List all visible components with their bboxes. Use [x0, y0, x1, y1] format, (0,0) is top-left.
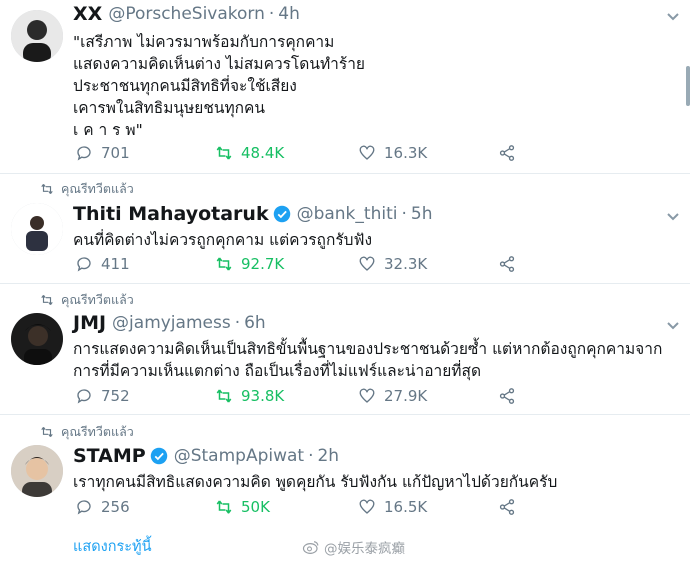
- tweet-text: คนที่คิดต่างไม่ควรถูกคุกคาม แต่ควรถูกรับ…: [73, 231, 373, 249]
- retweeted-indicator: คุณรีทวีตแล้ว: [40, 179, 134, 199]
- heart-icon: [359, 145, 375, 160]
- retweet-count: 48.4K: [241, 144, 285, 162]
- reply-icon: [77, 146, 91, 161]
- separator-dot: ·: [401, 204, 407, 224]
- tweet-time[interactable]: 4h: [278, 4, 300, 24]
- avatar[interactable]: [11, 445, 63, 497]
- retweet-button[interactable]: 92.7K: [215, 255, 284, 273]
- share-icon: [499, 499, 515, 515]
- show-thread-link[interactable]: แสดงกระทู้นี้: [73, 535, 152, 558]
- like-count: 16.3K: [384, 144, 428, 162]
- retweeted-indicator: คุณรีทวีตแล้ว: [40, 290, 134, 310]
- like-count: 32.3K: [384, 255, 428, 273]
- reply-icon: [77, 500, 91, 515]
- heart-icon: [359, 388, 375, 403]
- retweet-button[interactable]: 50K: [215, 498, 270, 516]
- tweet-card[interactable]: คุณรีทวีตแล้ว JMJ @jamyjamess · 6h การแส…: [0, 284, 690, 412]
- author-handle[interactable]: @StampApiwat: [174, 446, 304, 466]
- tweet-text: การแสดงความคิดเห็นเป็นสิทธิขั้นพื้นฐานขอ…: [73, 340, 663, 380]
- author-handle[interactable]: @PorscheSivakorn: [108, 4, 265, 24]
- tweet-card[interactable]: คุณรีทวีตแล้ว STAMP @StampApiwat · 2h เร…: [0, 415, 690, 525]
- tweet-actions: 256 50K 16.5K: [73, 498, 533, 518]
- tweet-header: Thiti Mahayotaruk @bank_thiti · 5h: [73, 203, 432, 225]
- like-button[interactable]: 16.5K: [358, 498, 427, 516]
- tweet-time[interactable]: 2h: [317, 446, 339, 466]
- retweet-icon: [41, 183, 53, 195]
- retweet-count: 92.7K: [241, 255, 285, 273]
- tweet-actions: 411 92.7K 32.3K: [73, 255, 533, 275]
- share-icon: [499, 256, 515, 272]
- retweet-icon: [216, 500, 232, 514]
- reply-icon: [77, 389, 91, 404]
- author-name[interactable]: Thiti Mahayotaruk: [73, 203, 269, 225]
- heart-icon: [359, 256, 375, 271]
- retweet-button[interactable]: 48.4K: [215, 144, 284, 162]
- reply-count: 752: [101, 387, 130, 405]
- like-button[interactable]: 16.3K: [358, 144, 427, 162]
- separator-dot: ·: [234, 313, 241, 333]
- separator-dot: ·: [308, 446, 314, 466]
- tweet-text: เราทุกคนมีสิทธิแสดงความคิด พูดคุยกัน รับ…: [73, 473, 558, 491]
- tweet-time[interactable]: 5h: [411, 204, 433, 224]
- retweeted-indicator: คุณรีทวีตแล้ว: [40, 422, 134, 442]
- tweet-card[interactable]: XX @PorscheSivakorn · 4h "เสรีภาพ ไม่ควร…: [0, 0, 690, 172]
- share-button[interactable]: [498, 144, 516, 162]
- share-button[interactable]: [498, 498, 516, 516]
- retweeted-label: คุณรีทวีตแล้ว: [61, 424, 134, 439]
- tweet-actions: 701 48.4K 16.3K: [73, 144, 533, 164]
- weibo-logo-icon: [302, 541, 319, 554]
- retweet-icon: [41, 426, 53, 438]
- retweet-button[interactable]: 93.8K: [215, 387, 284, 405]
- share-button[interactable]: [498, 387, 516, 405]
- retweet-icon: [216, 389, 232, 403]
- retweet-icon: [216, 146, 232, 160]
- avatar[interactable]: [11, 10, 63, 62]
- separator-dot: ·: [268, 4, 275, 24]
- author-name[interactable]: STAMP: [73, 445, 146, 467]
- reply-button[interactable]: 752: [75, 387, 130, 405]
- author-name[interactable]: JMJ: [73, 312, 106, 334]
- like-button[interactable]: 32.3K: [358, 255, 427, 273]
- avatar[interactable]: [11, 313, 63, 365]
- verified-badge-icon: [273, 205, 290, 223]
- reply-count: 411: [101, 255, 130, 273]
- tweet-header: STAMP @StampApiwat · 2h: [73, 445, 339, 467]
- avatar[interactable]: [11, 203, 63, 255]
- retweet-icon: [41, 294, 53, 306]
- tweet-actions: 752 93.8K 27.9K: [73, 387, 533, 407]
- reply-button[interactable]: 256: [75, 498, 130, 516]
- share-button[interactable]: [498, 255, 516, 273]
- reply-count: 701: [101, 144, 130, 162]
- retweet-count: 50K: [241, 498, 270, 516]
- reply-button[interactable]: 411: [75, 255, 130, 273]
- tweet-header: JMJ @jamyjamess · 6h: [73, 312, 266, 334]
- like-count: 27.9K: [384, 387, 428, 405]
- tweet-time[interactable]: 6h: [244, 313, 266, 333]
- retweet-count: 93.8K: [241, 387, 285, 405]
- author-handle[interactable]: @jamyjamess: [112, 313, 231, 333]
- reply-icon: [77, 257, 91, 272]
- watermark: @娱乐泰疯癫: [302, 537, 405, 557]
- tweet-text: "เสรีภาพ ไม่ควรมาพร้อมกับการคุกคาม แสดงค…: [73, 33, 365, 139]
- like-count: 16.5K: [384, 498, 428, 516]
- share-icon: [499, 145, 515, 161]
- reply-count: 256: [101, 498, 130, 516]
- tweet-card[interactable]: คุณรีทวีตแล้ว Thiti Mahayotaruk @bank_th…: [0, 174, 690, 281]
- share-icon: [499, 388, 515, 404]
- author-name[interactable]: XX: [73, 3, 102, 25]
- heart-icon: [359, 499, 375, 514]
- tweet-header: XX @PorscheSivakorn · 4h: [73, 3, 300, 25]
- reply-button[interactable]: 701: [75, 144, 130, 162]
- retweeted-label: คุณรีทวีตแล้ว: [61, 292, 134, 307]
- watermark-text: @娱乐泰疯癫: [324, 541, 405, 557]
- author-handle[interactable]: @bank_thiti: [297, 204, 398, 224]
- scrollbar[interactable]: [686, 66, 690, 106]
- retweet-icon: [216, 257, 232, 271]
- like-button[interactable]: 27.9K: [358, 387, 427, 405]
- chevron-down-icon[interactable]: [666, 321, 680, 331]
- retweeted-label: คุณรีทวีตแล้ว: [61, 181, 134, 196]
- chevron-down-icon[interactable]: [666, 212, 680, 222]
- chevron-down-icon[interactable]: [666, 12, 680, 22]
- verified-badge-icon: [150, 447, 167, 465]
